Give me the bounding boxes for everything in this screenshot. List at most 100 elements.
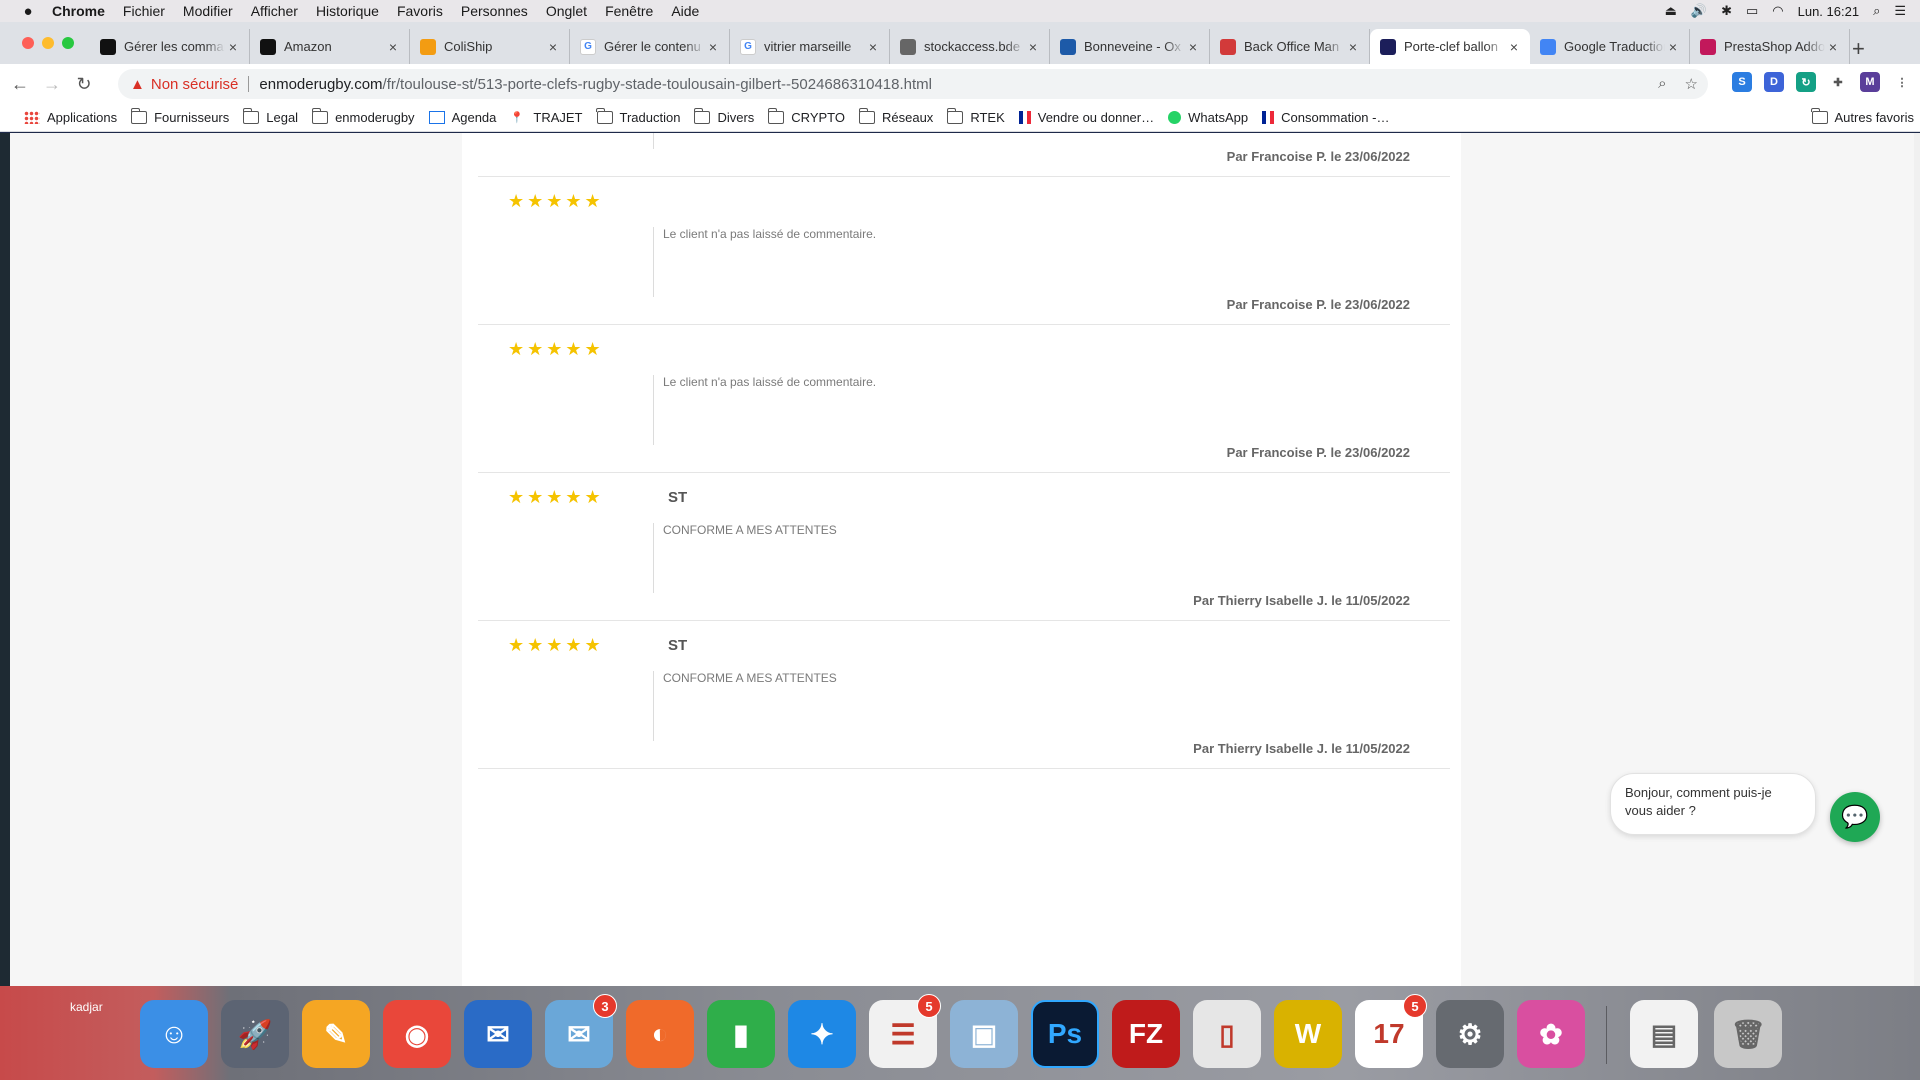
tab-close-icon[interactable]: × bbox=[1665, 39, 1681, 55]
browser-tab[interactable]: G Gérer le contenu × bbox=[570, 29, 730, 64]
apple-icon[interactable]: ● bbox=[18, 3, 38, 20]
bookmark-item[interactable]: enmoderugby bbox=[311, 108, 415, 125]
thunderbird-icon[interactable]: ✉ bbox=[464, 1000, 532, 1068]
menu-fichier[interactable]: Fichier bbox=[123, 3, 165, 19]
profile-avatar-icon[interactable]: M bbox=[1860, 72, 1880, 92]
textedit-icon[interactable]: ▯ bbox=[1193, 1000, 1261, 1068]
page-scrollbar[interactable] bbox=[1914, 133, 1920, 986]
bookmark-item[interactable]: Vendre ou donner… bbox=[1018, 110, 1154, 125]
chat-open-button[interactable]: 💬 bbox=[1830, 792, 1880, 842]
tab-close-icon[interactable]: × bbox=[225, 39, 241, 55]
address-bar[interactable]: ▲ Non sécurisé enmoderugby.com/fr/toulou… bbox=[118, 69, 1708, 99]
security-status[interactable]: Non sécurisé bbox=[151, 76, 239, 93]
browser-tab-active[interactable]: Porte-clef ballon × bbox=[1370, 29, 1530, 64]
tab-close-icon[interactable]: × bbox=[1185, 39, 1201, 55]
finder-icon[interactable]: ☺ bbox=[140, 1000, 208, 1068]
system-preferences-icon[interactable]: ⚙ bbox=[1436, 1000, 1504, 1068]
review-title: ST bbox=[668, 489, 688, 506]
bookmark-item[interactable]: Consommation -… bbox=[1262, 110, 1389, 125]
url-text[interactable]: enmoderugby.com/fr/toulouse-st/513-porte… bbox=[259, 76, 932, 93]
bookmark-item[interactable]: Réseaux bbox=[858, 108, 933, 125]
bookmark-item[interactable]: Legal bbox=[242, 108, 298, 125]
bookmark-item[interactable]: CRYPTO bbox=[767, 108, 845, 125]
chat-greeting-bubble[interactable]: Bonjour, comment puis-je vous aider ? bbox=[1610, 773, 1816, 835]
extension-sync-icon[interactable]: S bbox=[1732, 72, 1752, 92]
back-arrow-icon[interactable]: ← bbox=[8, 72, 32, 96]
tab-close-icon[interactable]: × bbox=[865, 39, 881, 55]
browser-tab[interactable]: Gérer les commandes× bbox=[90, 29, 250, 64]
reload-icon[interactable]: ↻ bbox=[72, 72, 96, 96]
mail-icon[interactable]: ✉ 3 bbox=[545, 994, 617, 1068]
photo-app-icon[interactable]: ✿ bbox=[1517, 1000, 1585, 1068]
menubar-clock[interactable]: Lun. 16:21 bbox=[1798, 4, 1859, 19]
photoshop-icon[interactable]: Ps bbox=[1031, 1000, 1099, 1068]
menu-modifier[interactable]: Modifier bbox=[183, 3, 233, 19]
window-close-button[interactable] bbox=[22, 37, 34, 49]
menu-historique[interactable]: Historique bbox=[316, 3, 379, 19]
browser-tab[interactable]: stockaccess.bde × bbox=[890, 29, 1050, 64]
bookmark-item[interactable]: Fournisseurs bbox=[130, 108, 230, 125]
extension-refresh-icon[interactable]: ↻ bbox=[1796, 72, 1816, 92]
safari-icon[interactable]: ✦ bbox=[788, 1000, 856, 1068]
tab-close-icon[interactable]: × bbox=[1345, 39, 1361, 55]
bookmark-label: Fournisseurs bbox=[154, 110, 230, 125]
extension-d-icon[interactable]: D bbox=[1764, 72, 1784, 92]
bookmark-star-icon[interactable]: ☆ bbox=[1685, 75, 1698, 93]
browser-tab[interactable]: Back Office Man × bbox=[1210, 29, 1370, 64]
bookmark-item[interactable]: 📍 TRAJET bbox=[510, 110, 582, 125]
calendar-icon[interactable]: 17 5 bbox=[1355, 994, 1427, 1068]
browser-tab[interactable]: Amazon × bbox=[250, 29, 410, 64]
bookmark-item[interactable]: Applications bbox=[24, 110, 117, 125]
chrome-menu-icon[interactable]: ⋮ bbox=[1892, 72, 1912, 92]
tab-close-icon[interactable]: × bbox=[545, 39, 561, 55]
bookmark-item[interactable]: RTEK bbox=[946, 108, 1005, 125]
bluetooth-icon[interactable]: ✱ bbox=[1721, 3, 1732, 19]
chrome-icon[interactable]: ◉ bbox=[383, 1000, 451, 1068]
rating-stars: ★★★★★ bbox=[508, 487, 604, 507]
winmerge-icon[interactable]: W bbox=[1274, 1000, 1342, 1068]
bookmark-other[interactable]: Autres favoris bbox=[1811, 108, 1914, 125]
numbers-icon[interactable]: ▮ bbox=[707, 1000, 775, 1068]
spotlight-search-icon[interactable]: ⌕ bbox=[1873, 3, 1880, 19]
firefox-icon[interactable]: ◐ bbox=[626, 1000, 694, 1068]
menu-app-name[interactable]: Chrome bbox=[52, 3, 105, 19]
bookmark-item[interactable]: Traduction bbox=[596, 108, 680, 125]
browser-tab[interactable]: Bonneveine - Ox × bbox=[1050, 29, 1210, 64]
tab-close-icon[interactable]: × bbox=[1025, 39, 1041, 55]
menu-personnes[interactable]: Personnes bbox=[461, 3, 528, 19]
eject-icon[interactable]: ⏏ bbox=[1665, 3, 1677, 19]
browser-tab[interactable]: PrestaShop Addons× bbox=[1690, 29, 1850, 64]
volume-icon[interactable]: 🔊 bbox=[1691, 3, 1707, 19]
screenshot-thumbnail-icon[interactable]: ▤ bbox=[1630, 1000, 1698, 1068]
window-fullscreen-button[interactable] bbox=[62, 37, 74, 49]
control-center-icon[interactable]: ☰ bbox=[1894, 3, 1906, 19]
zoom-icon[interactable]: ⌕ bbox=[1658, 75, 1666, 93]
new-tab-button[interactable]: + bbox=[1852, 36, 1865, 62]
bookmark-item[interactable]: WhatsApp bbox=[1168, 110, 1248, 125]
tab-close-icon[interactable]: × bbox=[705, 39, 721, 55]
menu-onglet[interactable]: Onglet bbox=[546, 3, 587, 19]
tab-close-icon[interactable]: × bbox=[1506, 39, 1522, 55]
launchpad-icon[interactable]: 🚀 bbox=[221, 1000, 289, 1068]
extensions-puzzle-icon[interactable]: ✚ bbox=[1828, 72, 1848, 92]
menu-afficher[interactable]: Afficher bbox=[251, 3, 298, 19]
preview-icon[interactable]: ▣ bbox=[950, 1000, 1018, 1068]
tab-close-icon[interactable]: × bbox=[1825, 39, 1841, 55]
pages-icon[interactable]: ✎ bbox=[302, 1000, 370, 1068]
menu-favoris[interactable]: Favoris bbox=[397, 3, 443, 19]
browser-tab[interactable]: Google Traduction × bbox=[1530, 29, 1690, 64]
forward-arrow-icon[interactable]: → bbox=[40, 72, 64, 96]
screen-mirroring-icon[interactable]: ▭ bbox=[1746, 3, 1758, 19]
tab-close-icon[interactable]: × bbox=[385, 39, 401, 55]
filezilla-icon[interactable]: FZ bbox=[1112, 1000, 1180, 1068]
window-minimize-button[interactable] bbox=[42, 37, 54, 49]
menu-aide[interactable]: Aide bbox=[671, 3, 699, 19]
browser-tab[interactable]: Gvitrier marseille × bbox=[730, 29, 890, 64]
menu-fenetre[interactable]: Fenêtre bbox=[605, 3, 653, 19]
bookmark-item[interactable]: Agenda bbox=[428, 110, 496, 125]
reminders-icon[interactable]: ☰ 5 bbox=[869, 994, 941, 1068]
trash-icon[interactable]: 🗑 bbox=[1714, 1000, 1782, 1068]
bookmark-item[interactable]: Divers bbox=[693, 108, 754, 125]
wifi-icon[interactable]: ◠ bbox=[1772, 3, 1783, 19]
browser-tab[interactable]: ColiShip × bbox=[410, 29, 570, 64]
